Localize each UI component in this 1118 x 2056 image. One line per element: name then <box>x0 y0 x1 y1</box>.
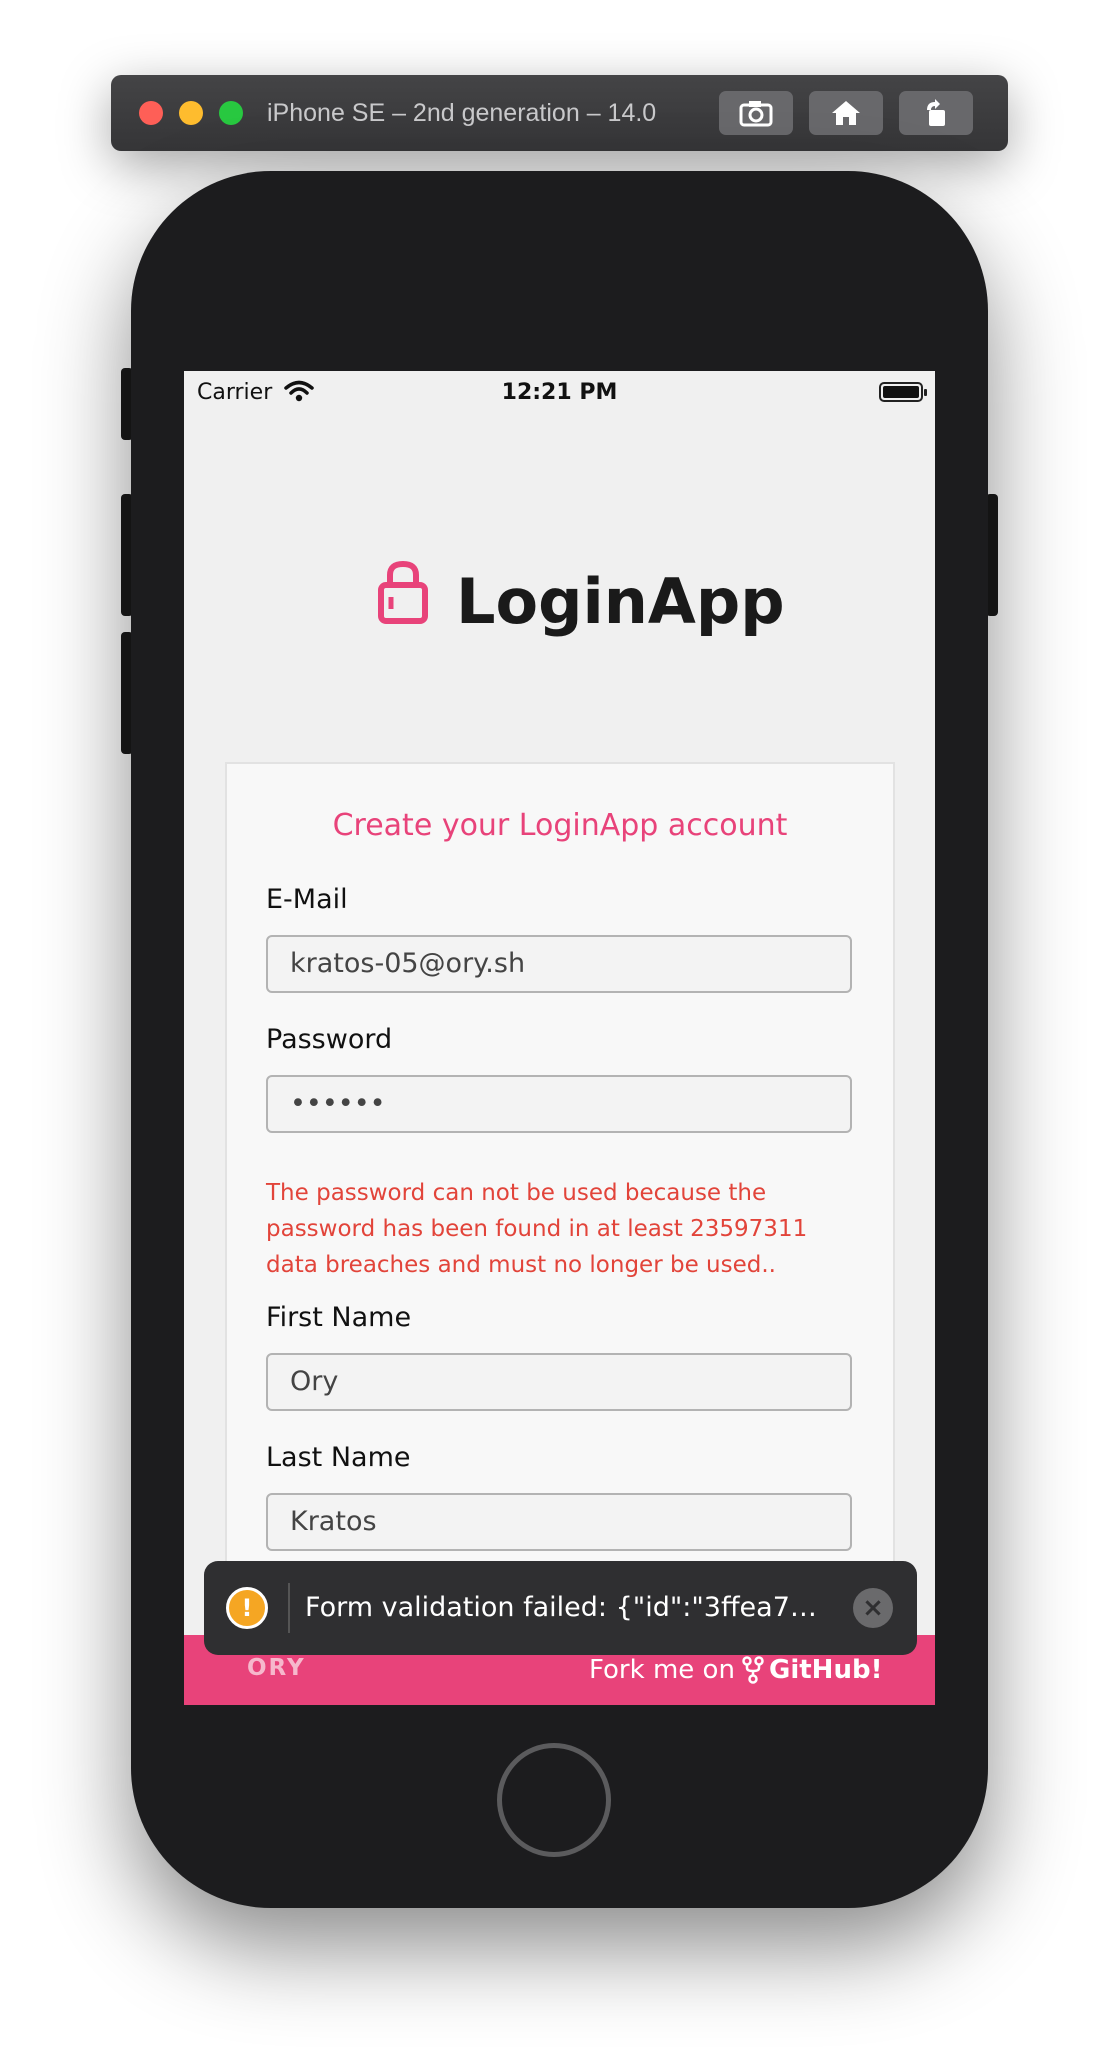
email-field[interactable]: kratos-05@ory.sh <box>266 935 852 993</box>
git-fork-icon <box>742 1656 764 1684</box>
battery-icon <box>879 382 927 402</box>
lock-icon <box>378 561 428 624</box>
first-name-label: First Name <box>266 1302 412 1333</box>
toast-message: Form validation failed: {"id":"3ffea7e0-… <box>305 1592 825 1623</box>
minimize-window-button[interactable] <box>179 101 203 125</box>
home-icon <box>832 101 860 125</box>
screenshot-button[interactable] <box>719 91 793 135</box>
simulator-title: iPhone SE – 2nd generation – 14.0 <box>267 99 657 127</box>
email-label: E-Mail <box>266 884 348 915</box>
password-label: Password <box>266 1024 393 1055</box>
status-bar: Carrier 12:21 PM <box>184 371 935 415</box>
close-window-button[interactable] <box>139 101 163 125</box>
form-heading: Create your LoginApp account <box>332 808 788 843</box>
last-name-label: Last Name <box>266 1442 411 1473</box>
ory-logo[interactable]: ORY <box>247 1655 306 1681</box>
rotate-icon <box>927 99 945 126</box>
simulator-title-bar: iPhone SE – 2nd generation – 14.0 <box>111 75 1008 151</box>
toast-divider <box>288 1583 290 1633</box>
phone-screen: Carrier 12:21 PM LoginApp Create your Lo… <box>184 371 935 1705</box>
close-icon[interactable]: × <box>853 1588 893 1628</box>
password-field[interactable]: •••••• <box>266 1075 852 1133</box>
home-button[interactable] <box>497 1743 611 1857</box>
screenshot-icon <box>739 101 773 127</box>
first-name-field[interactable]: Ory <box>266 1353 852 1411</box>
warning-icon: ! <box>226 1587 268 1629</box>
app-title: LoginApp <box>456 565 785 638</box>
validation-toast[interactable]: ! Form validation failed: {"id":"3ffea7e… <box>204 1561 917 1655</box>
status-time: 12:21 PM <box>501 380 618 405</box>
password-error: The password can not be used because the… <box>266 1180 808 1278</box>
home-simulator-button[interactable] <box>809 91 883 135</box>
registration-form: Create your LoginApp account E-Mail krat… <box>225 762 895 1602</box>
last-name-field[interactable]: Kratos <box>266 1493 852 1551</box>
app-brand: LoginApp <box>184 561 935 641</box>
rotate-button[interactable] <box>899 91 973 135</box>
maximize-window-button[interactable] <box>219 101 243 125</box>
